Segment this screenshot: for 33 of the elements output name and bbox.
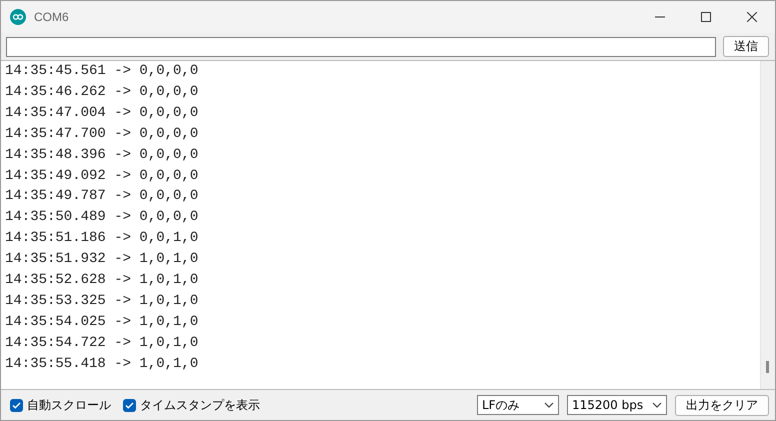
baud-rate-dropdown[interactable]: 115200 bps xyxy=(567,395,667,415)
checkmark-icon xyxy=(12,402,21,408)
output-line: 14:35:49.092 -> 0,0,0,0 xyxy=(4,166,200,186)
send-input-field[interactable] xyxy=(6,36,716,56)
output-line: 14:35:52.628 -> 1,0,1,0 xyxy=(4,271,200,290)
output-line: 14:35:54.025 -> 1,0,1,0 xyxy=(4,312,200,332)
output-line: 14:35:49.787 -> 0,0,0,0 xyxy=(4,187,200,206)
output-line: 14:35:47.700 -> 0,0,0,0 xyxy=(4,124,200,144)
scrollbar[interactable] xyxy=(760,61,775,389)
app-logo-icon xyxy=(10,9,26,25)
output-line: 14:35:53.325 -> 1,0,1,0 xyxy=(4,292,200,311)
maximize-icon xyxy=(701,12,711,22)
caret-icon xyxy=(652,402,662,408)
output-line: 14:35:50.489 -> 0,0,0,0 xyxy=(4,208,200,228)
output-line: 14:35:51.186 -> 0,0,1,0 xyxy=(4,229,200,248)
checkbox[interactable] xyxy=(123,398,136,412)
checkmark-icon xyxy=(125,402,134,408)
output-line: 14:35:46.262 -> 0,0,0,0 xyxy=(4,82,200,102)
output-line: 14:35:55.418 -> 1,0,1,0 xyxy=(4,354,200,374)
caret-icon xyxy=(544,402,554,408)
output-line: 14:35:47.004 -> 0,0,0,0 xyxy=(4,104,200,123)
send-button[interactable]: 送信 xyxy=(723,36,769,57)
checkbox-label: タイムスタンプを表示 xyxy=(140,396,260,414)
output-line: 14:35:54.722 -> 1,0,1,0 xyxy=(4,334,200,353)
output-line: 14:35:48.396 -> 0,0,0,0 xyxy=(4,146,200,165)
checkbox-label: 自動スクロール xyxy=(27,396,111,414)
clear-output-button[interactable]: 出力をクリア xyxy=(675,394,769,416)
output-line: 14:35:51.932 -> 1,0,1,0 xyxy=(4,250,200,270)
line-ending-dropdown[interactable]: LFのみ xyxy=(477,395,559,415)
window-title: COM6 xyxy=(34,10,70,24)
output-line: 14:35:45.561 -> 0,0,0,0 xyxy=(4,62,200,81)
checkbox[interactable] xyxy=(10,398,23,412)
close-icon xyxy=(747,12,757,22)
